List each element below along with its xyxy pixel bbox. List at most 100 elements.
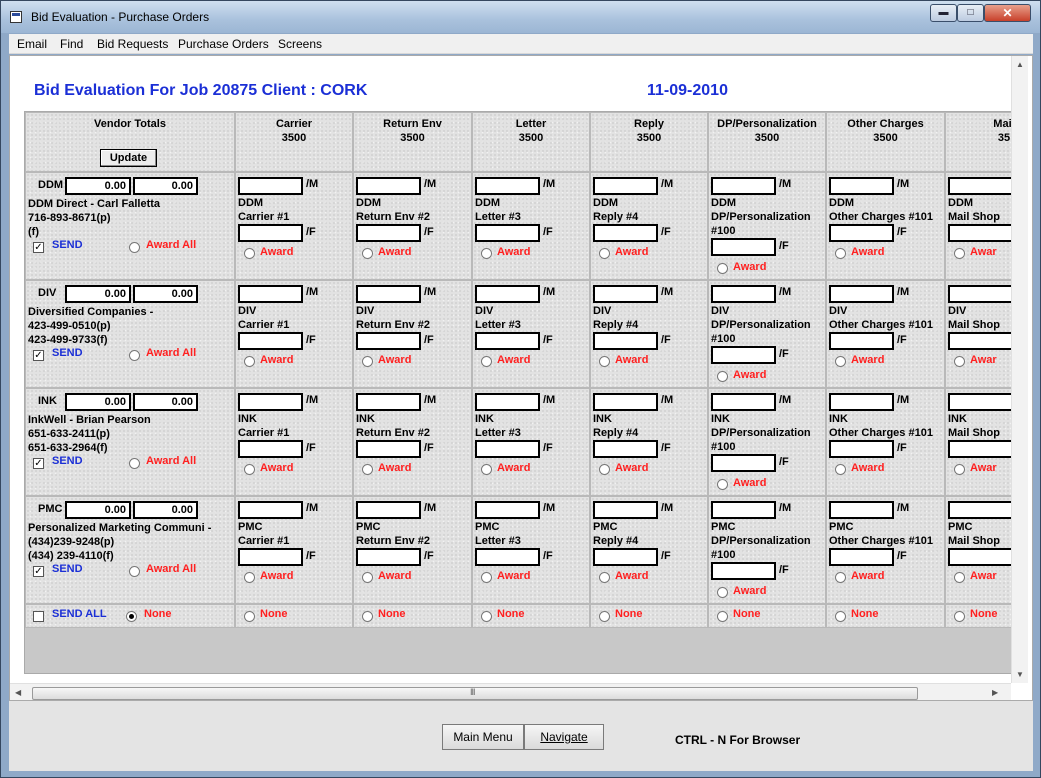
horizontal-scrollbar[interactable]: ◀ III ▶ <box>10 683 1011 700</box>
bid-m-input[interactable] <box>711 285 776 303</box>
award-radio[interactable] <box>362 464 373 475</box>
bid-f-input[interactable] <box>593 440 658 458</box>
bid-f-input[interactable] <box>711 562 776 580</box>
bid-f-input[interactable] <box>829 224 894 242</box>
send-all-checkbox[interactable] <box>33 611 44 622</box>
bid-f-input[interactable] <box>356 332 421 350</box>
award-radio[interactable] <box>599 572 610 583</box>
bid-f-input[interactable] <box>475 548 540 566</box>
vendor-total-2[interactable]: 0.00 <box>133 177 198 195</box>
vertical-scrollbar[interactable]: ▲ ▼ <box>1011 56 1028 683</box>
award-radio[interactable] <box>835 464 846 475</box>
bid-m-input[interactable] <box>829 393 894 411</box>
award-radio[interactable] <box>362 572 373 583</box>
bid-m-input[interactable] <box>711 501 776 519</box>
bid-m-input[interactable] <box>238 285 303 303</box>
none-radio[interactable] <box>599 611 610 622</box>
bid-f-input[interactable] <box>356 224 421 242</box>
award-radio[interactable] <box>954 464 965 475</box>
bid-m-input[interactable] <box>238 393 303 411</box>
send-checkbox[interactable]: ✓ <box>33 242 44 253</box>
minimize-button[interactable]: ▬ <box>930 4 957 22</box>
bid-m-input[interactable] <box>475 393 540 411</box>
bid-m-input[interactable] <box>829 285 894 303</box>
award-radio[interactable] <box>954 572 965 583</box>
bid-m-input[interactable] <box>711 177 776 195</box>
send-checkbox[interactable]: ✓ <box>33 566 44 577</box>
bid-m-input[interactable] <box>356 177 421 195</box>
none-radio[interactable] <box>362 611 373 622</box>
award-radio[interactable] <box>481 464 492 475</box>
award-radio[interactable] <box>244 248 255 259</box>
award-radio[interactable] <box>481 572 492 583</box>
vendor-total-2[interactable]: 0.00 <box>133 501 198 519</box>
scroll-left-icon[interactable]: ◀ <box>15 688 21 697</box>
award-radio[interactable] <box>717 479 728 490</box>
main-menu-button[interactable]: Main Menu <box>442 724 524 750</box>
none-radio[interactable] <box>481 611 492 622</box>
bid-m-input[interactable] <box>829 501 894 519</box>
award-radio[interactable] <box>362 248 373 259</box>
bid-f-input[interactable] <box>238 224 303 242</box>
horizontal-scroll-thumb[interactable]: III <box>32 687 918 700</box>
none-radio[interactable] <box>126 611 137 622</box>
navigate-button[interactable]: Navigate <box>524 724 604 750</box>
award-all-radio[interactable] <box>129 350 140 361</box>
bid-f-input[interactable] <box>711 346 776 364</box>
bid-m-input[interactable] <box>948 501 1013 519</box>
menu-screens[interactable]: Screens <box>278 37 322 51</box>
bid-m-input[interactable] <box>593 177 658 195</box>
bid-f-input[interactable] <box>475 440 540 458</box>
bid-m-input[interactable] <box>356 393 421 411</box>
award-radio[interactable] <box>244 356 255 367</box>
bid-m-input[interactable] <box>948 393 1013 411</box>
none-radio[interactable] <box>954 611 965 622</box>
bid-f-input[interactable] <box>948 440 1013 458</box>
award-radio[interactable] <box>717 587 728 598</box>
bid-f-input[interactable] <box>948 224 1013 242</box>
bid-f-input[interactable] <box>238 332 303 350</box>
vendor-total-1[interactable]: 0.00 <box>65 177 131 195</box>
bid-f-input[interactable] <box>238 440 303 458</box>
bid-f-input[interactable] <box>475 224 540 242</box>
award-radio[interactable] <box>481 248 492 259</box>
award-radio[interactable] <box>835 572 846 583</box>
menu-bid-requests[interactable]: Bid Requests <box>97 37 168 51</box>
bid-m-input[interactable] <box>593 501 658 519</box>
award-radio[interactable] <box>835 356 846 367</box>
award-radio[interactable] <box>954 248 965 259</box>
scroll-up-icon[interactable]: ▲ <box>1016 60 1024 69</box>
bid-f-input[interactable] <box>593 224 658 242</box>
bid-m-input[interactable] <box>593 393 658 411</box>
vendor-total-2[interactable]: 0.00 <box>133 393 198 411</box>
bid-f-input[interactable] <box>829 440 894 458</box>
bid-m-input[interactable] <box>948 177 1013 195</box>
award-radio[interactable] <box>599 248 610 259</box>
bid-m-input[interactable] <box>238 177 303 195</box>
bid-m-input[interactable] <box>475 285 540 303</box>
bid-f-input[interactable] <box>829 548 894 566</box>
award-radio[interactable] <box>244 572 255 583</box>
scroll-right-icon[interactable]: ▶ <box>992 688 998 697</box>
vendor-total-1[interactable]: 0.00 <box>65 393 131 411</box>
bid-m-input[interactable] <box>948 285 1013 303</box>
vendor-total-2[interactable]: 0.00 <box>133 285 198 303</box>
bid-m-input[interactable] <box>475 501 540 519</box>
bid-m-input[interactable] <box>238 501 303 519</box>
none-radio[interactable] <box>835 611 846 622</box>
award-radio[interactable] <box>362 356 373 367</box>
update-button[interactable]: Update <box>100 149 157 167</box>
scroll-down-icon[interactable]: ▼ <box>1016 670 1024 679</box>
bid-m-input[interactable] <box>356 501 421 519</box>
bid-f-input[interactable] <box>356 548 421 566</box>
award-all-radio[interactable] <box>129 566 140 577</box>
bid-f-input[interactable] <box>711 238 776 256</box>
menu-purchase-orders[interactable]: Purchase Orders <box>178 37 269 51</box>
bid-f-input[interactable] <box>238 548 303 566</box>
bid-m-input[interactable] <box>356 285 421 303</box>
none-radio[interactable] <box>717 611 728 622</box>
bid-m-input[interactable] <box>829 177 894 195</box>
award-radio[interactable] <box>599 356 610 367</box>
bid-f-input[interactable] <box>948 548 1013 566</box>
bid-f-input[interactable] <box>475 332 540 350</box>
